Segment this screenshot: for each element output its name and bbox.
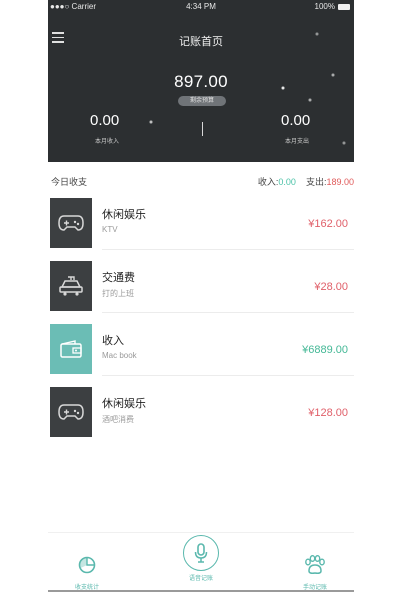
microphone-icon bbox=[194, 543, 208, 563]
today-expense-label: 支出: bbox=[305, 177, 327, 187]
page-title: 记账首页 bbox=[179, 36, 223, 48]
record-note: KTV bbox=[102, 225, 118, 234]
list-item[interactable]: 休闲娱乐 KTV ¥162.00 bbox=[48, 198, 354, 252]
phone-screen: ●●●○ Carrier 4:34 PM 100% 记账首页 897.00 剩余… bbox=[48, 0, 354, 600]
category-tile bbox=[50, 198, 92, 248]
record-category: 交通费 bbox=[102, 272, 135, 284]
category-tile bbox=[50, 261, 92, 311]
record-category: 休闲娱乐 bbox=[102, 209, 146, 221]
tab-voice-record[interactable]: 语音记账 bbox=[166, 535, 236, 582]
overview-header: ●●●○ Carrier 4:34 PM 100% 记账首页 897.00 剩余… bbox=[48, 0, 354, 162]
record-amount: ¥128.00 bbox=[308, 407, 348, 419]
today-expense-value: 189.00 bbox=[326, 177, 354, 187]
status-bar: ●●●○ Carrier 4:34 PM 100% bbox=[48, 0, 354, 14]
tab-manual-record[interactable]: 手动记账 bbox=[280, 555, 350, 591]
bottom-edge-line bbox=[48, 590, 354, 592]
today-summary: 今日收支 收入:0.00 支出:189.00 bbox=[48, 172, 354, 190]
paw-icon bbox=[305, 555, 325, 574]
voice-record-button[interactable] bbox=[183, 535, 219, 571]
tab-voice-record-label: 语音记账 bbox=[188, 576, 213, 582]
monthly-income-value: 0.00 bbox=[90, 112, 120, 129]
battery-percent: 100% bbox=[314, 2, 335, 11]
today-income-label: 收入: bbox=[257, 177, 279, 187]
bottom-tab-bar: 收支统计 语音记账 手动记账 bbox=[48, 532, 354, 591]
record-note: 打的上班 bbox=[102, 289, 134, 298]
record-category: 休闲娱乐 bbox=[102, 398, 146, 410]
category-tile bbox=[50, 387, 92, 437]
row-divider bbox=[102, 312, 354, 313]
gamepad-icon bbox=[58, 215, 84, 231]
list-item[interactable]: 收入 Mac book ¥6889.00 bbox=[48, 324, 354, 378]
record-category: 收入 bbox=[102, 335, 124, 347]
record-note: 酒吧消费 bbox=[102, 415, 134, 424]
today-summary-values: 收入:0.00 支出:189.00 bbox=[258, 175, 354, 188]
tab-statistics[interactable]: 收支统计 bbox=[52, 555, 122, 591]
record-amount: ¥28.00 bbox=[314, 281, 348, 293]
status-time: 4:34 PM bbox=[186, 2, 216, 11]
monthly-income-label: 本月收入 bbox=[95, 139, 120, 145]
pie-chart-icon bbox=[78, 556, 96, 574]
gamepad-icon bbox=[58, 404, 84, 420]
car-icon bbox=[59, 276, 83, 296]
monthly-expense-label: 本月支出 bbox=[285, 139, 310, 145]
monthly-expense-value: 0.00 bbox=[281, 112, 311, 129]
record-note: Mac book bbox=[102, 351, 137, 360]
balance-badge: 剩余预算 bbox=[178, 96, 226, 106]
row-divider bbox=[102, 375, 354, 376]
battery-icon bbox=[338, 3, 350, 10]
balance-value: 897.00 bbox=[174, 72, 228, 91]
record-amount: ¥6889.00 bbox=[302, 344, 348, 356]
list-item[interactable]: 休闲娱乐 酒吧消费 ¥128.00 bbox=[48, 387, 354, 441]
record-amount: ¥162.00 bbox=[308, 218, 348, 230]
list-item[interactable]: 交通费 打的上班 ¥28.00 bbox=[48, 261, 354, 315]
stats-divider bbox=[202, 122, 203, 136]
wallet-icon bbox=[60, 340, 82, 358]
category-tile bbox=[50, 324, 92, 374]
battery-status: 100% bbox=[315, 2, 350, 11]
row-divider bbox=[102, 249, 354, 250]
today-summary-label: 今日收支 bbox=[51, 177, 88, 187]
today-income-value: 0.00 bbox=[278, 177, 296, 187]
